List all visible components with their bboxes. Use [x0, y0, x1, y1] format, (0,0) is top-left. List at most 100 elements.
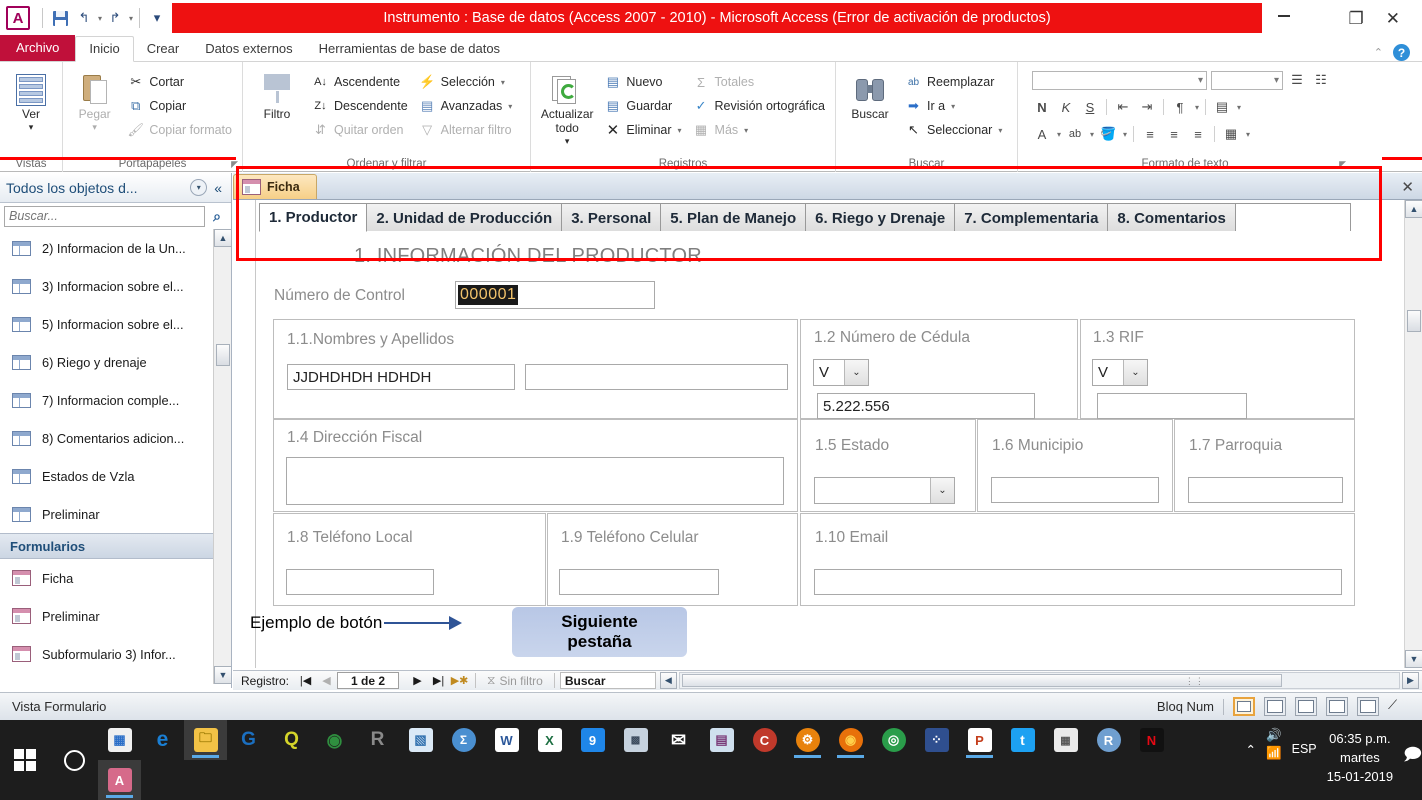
seleccionar-button[interactable]: ↖ Seleccionar ▾ [901, 119, 1006, 141]
taskbar-app-launcher[interactable]: ⁘ [915, 720, 958, 760]
municipio-input[interactable] [991, 477, 1159, 503]
ir-a-button[interactable]: ➡ Ir a ▾ [901, 95, 1006, 117]
form-tab-1-productor[interactable]: 1. Productor [259, 203, 368, 232]
filtro-button[interactable]: Filtro [249, 68, 305, 141]
text-direction-icon[interactable]: ¶ [1170, 97, 1190, 117]
chevron-down-icon[interactable]: ▾ [29, 122, 34, 132]
cedula-prefix-combo[interactable]: V ⌄ [813, 359, 869, 386]
taskbar-mozilla-firefox[interactable]: ◉ [829, 720, 872, 760]
increase-indent-icon[interactable]: ⇥ [1137, 97, 1157, 117]
taskbar-mail[interactable]: ✉ [657, 720, 700, 760]
nav-item-table[interactable]: Estados de Vzla [0, 457, 231, 495]
ver-button[interactable]: Ver ▾ [6, 68, 56, 132]
chevron-down-icon[interactable]: ▾ [951, 102, 955, 111]
font-color-icon[interactable]: A [1032, 124, 1052, 144]
scroll-down-icon[interactable]: ▼ [214, 666, 231, 684]
new-record-button[interactable]: ▶✱ [449, 672, 470, 690]
chevron-down-icon[interactable]: ▾ [1246, 130, 1250, 139]
nav-item-form-ficha[interactable]: Ficha [0, 559, 231, 597]
nav-item-table[interactable]: 8) Comentarios adicion... [0, 419, 231, 457]
align-left-icon[interactable]: ≡ [1140, 124, 1160, 144]
chevron-down-icon[interactable]: ⌄ [844, 360, 868, 385]
tab-inicio[interactable]: Inicio [75, 36, 134, 62]
nav-item-form-subformulario[interactable]: Subformulario 3) Infor... [0, 635, 231, 673]
form-tab-7-complementaria[interactable]: 7. Complementaria [954, 203, 1109, 232]
close-button[interactable]: ✕ [1386, 10, 1400, 27]
hscroll-left-icon[interactable]: ◀ [659, 672, 677, 689]
bold-button[interactable]: N [1032, 97, 1052, 117]
mas-button[interactable]: ▦ Más ▾ [689, 119, 829, 141]
totales-button[interactable]: Σ Totales [689, 71, 829, 93]
chevron-down-icon[interactable]: ▾ [998, 126, 1002, 135]
taskbar-microsoft-access[interactable]: A [98, 760, 141, 800]
taskbar-ccleaner[interactable]: C [743, 720, 786, 760]
nav-item-form-preliminar[interactable]: Preliminar [0, 597, 231, 635]
datasheet-view-button[interactable] [1264, 697, 1286, 716]
revision-ortografica-button[interactable]: ✓ Revisión ortográfica [689, 95, 829, 117]
quitar-orden-button[interactable]: ⇵ Quitar orden [308, 119, 412, 141]
form-tab-3-personal[interactable]: 3. Personal [561, 203, 662, 232]
ascendente-button[interactable]: A↓ Ascendente [308, 71, 412, 93]
record-search-input[interactable]: Buscar [559, 672, 656, 689]
taskbar-calculator[interactable]: ▦ [1044, 720, 1087, 760]
first-record-button[interactable]: |◀ [295, 672, 316, 690]
taskbar-netflix[interactable]: N [1130, 720, 1173, 760]
search-icon[interactable]: ⌕ [207, 208, 227, 225]
notifications-icon[interactable]: 🗩 [1403, 728, 1422, 771]
redo-icon[interactable]: ↱ [104, 7, 126, 29]
record-position-field[interactable]: 1 de 2 [337, 672, 400, 689]
pivotchart-view-button[interactable] [1326, 697, 1348, 716]
seleccion-button[interactable]: ⚡ Selección ▾ [415, 71, 517, 93]
chevron-down-icon[interactable]: ▾ [1090, 130, 1094, 139]
taskbar-qgis[interactable]: Q [270, 720, 313, 760]
underline-button[interactable]: S [1080, 97, 1100, 117]
form-tab-5-plan-manejo[interactable]: 5. Plan de Manejo [660, 203, 807, 232]
chevron-down-icon[interactable]: ▾ [1057, 130, 1061, 139]
fill-color-icon[interactable]: 🪣 [1098, 124, 1118, 144]
search-input[interactable] [4, 205, 205, 227]
chevron-down-icon[interactable]: ▾ [1195, 103, 1199, 112]
formato-texto-dialog-launcher-icon[interactable]: ◤ [1339, 159, 1346, 170]
taskbar-spss-modeler[interactable]: ▧ [399, 720, 442, 760]
minimize-button[interactable] [1278, 15, 1290, 17]
align-center-icon[interactable]: ≡ [1164, 124, 1184, 144]
numbered-list-icon[interactable]: ☷ [1311, 70, 1331, 90]
restore-button[interactable]: ❐ [1349, 10, 1364, 27]
siguiente-pestana-button[interactable]: Siguiente pestaña [512, 607, 687, 657]
copiar-button[interactable]: ⧉ Copiar [123, 95, 236, 117]
form-vertical-scrollbar[interactable]: ▲ ▼ [1404, 200, 1422, 668]
taskbar-onenote[interactable]: ▤ [700, 720, 743, 760]
taskbar-microsoft-excel[interactable]: X [528, 720, 571, 760]
tab-archivo[interactable]: Archivo [0, 35, 76, 61]
show-hidden-icons-icon[interactable]: ⌃ [1246, 728, 1256, 757]
redo-dropdown-icon[interactable]: ▾ [129, 14, 133, 23]
last-record-button[interactable]: ▶| [428, 672, 449, 690]
horizontal-scrollbar[interactable]: ⋮⋮ [678, 672, 1400, 689]
scrollbar-thumb[interactable] [1407, 310, 1421, 332]
start-button[interactable] [0, 720, 50, 800]
taskbar-rstudio[interactable]: R [1087, 720, 1130, 760]
telefono-celular-input[interactable] [559, 569, 719, 595]
pivottable-view-button[interactable] [1295, 697, 1317, 716]
form-tab-2-unidad-produccion[interactable]: 2. Unidad de Producción [366, 203, 563, 232]
layout-view-button[interactable] [1357, 697, 1379, 716]
parroquia-input[interactable] [1188, 477, 1343, 503]
buscar-button[interactable]: Buscar [842, 68, 898, 141]
nav-item-table[interactable]: 7) Informacion comple... [0, 381, 231, 419]
form-view-button[interactable] [1233, 697, 1255, 716]
undo-dropdown-icon[interactable]: ▾ [98, 14, 102, 23]
tab-herramientas-base-datos[interactable]: Herramientas de base de datos [306, 37, 513, 61]
taskbar-r-console[interactable]: R [356, 720, 399, 760]
design-view-button[interactable]: ⟋ [1388, 697, 1410, 716]
nav-item-table[interactable]: 6) Riego y drenaje [0, 343, 231, 381]
highlight-color-icon[interactable]: ab [1065, 124, 1085, 144]
telefono-local-input[interactable] [286, 569, 434, 595]
taskbar-geogebra[interactable]: G [227, 720, 270, 760]
guardar-button[interactable]: ▤ Guardar [600, 95, 685, 117]
hscroll-right-icon[interactable]: ▶ [1402, 672, 1419, 689]
font-name-combo[interactable]: ▾ [1032, 70, 1207, 90]
taskbar-microsoft-store[interactable]: ▦ [98, 720, 141, 760]
taskbar-microsoft-edge[interactable]: e [141, 720, 184, 760]
taskbar-twitter[interactable]: t [1001, 720, 1044, 760]
chevron-down-icon[interactable]: ▾ [508, 102, 512, 111]
